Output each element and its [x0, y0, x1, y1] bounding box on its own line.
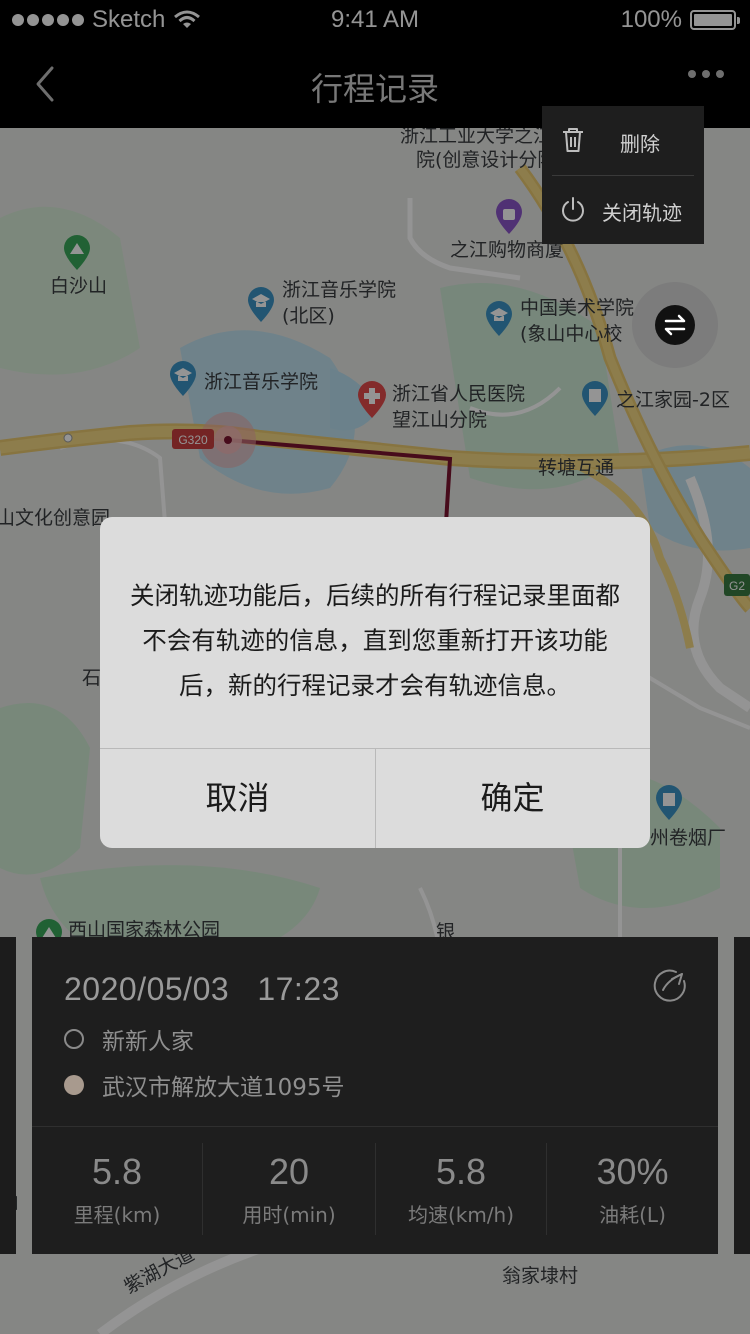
- menu-item-close-track[interactable]: 关闭轨迹: [542, 175, 704, 244]
- next-trip-card[interactable]: [734, 937, 750, 1254]
- start-point-icon: [64, 1029, 84, 1049]
- trip-time: 17:23: [257, 971, 340, 1007]
- confirm-dialog: 关闭轨迹功能后，后续的所有行程记录里面都不会有轨迹的信息，直到您重新打开该功能后…: [100, 517, 650, 848]
- trip-start: 新新人家: [64, 1024, 194, 1055]
- stat-label: 里程(km): [73, 1203, 161, 1227]
- stat-fuel: 30% 油耗(L): [547, 1127, 718, 1254]
- power-icon: [562, 197, 584, 222]
- dialog-message: 关闭轨迹功能后，后续的所有行程记录里面都不会有轨迹的信息，直到您重新打开该功能后…: [130, 581, 620, 700]
- trip-card[interactable]: 2020/05/03 17:23 新新人家 武汉市解放大道1095号 5.8 里…: [32, 937, 718, 1254]
- stat-label: 油耗(L): [599, 1203, 666, 1227]
- confirm-button[interactable]: 确定: [375, 749, 650, 848]
- stat-value: 20: [268, 1151, 310, 1192]
- stat-label: 均速(km/h): [407, 1203, 515, 1227]
- cancel-button[interactable]: 取消: [100, 749, 375, 848]
- end-point-icon: [64, 1075, 84, 1095]
- menu-item-delete[interactable]: 删除: [542, 106, 704, 175]
- trip-date: 2020/05/03: [64, 971, 230, 1007]
- stat-label: 用时(min): [242, 1203, 336, 1227]
- route-toggle-button[interactable]: [632, 282, 718, 368]
- swap-arrows-icon: [655, 305, 695, 345]
- stat-value: 5.8: [435, 1151, 487, 1192]
- start-address: 新新人家: [102, 1029, 194, 1055]
- end-address: 武汉市解放大道1095号: [102, 1075, 345, 1101]
- trip-datetime: 2020/05/03 17:23: [64, 971, 340, 1008]
- trip-end: 武汉市解放大道1095号: [64, 1070, 345, 1101]
- prev-trip-card[interactable]: [0, 937, 16, 1254]
- share-button[interactable]: [652, 968, 688, 1004]
- menu-item-label: 删除: [620, 132, 660, 156]
- stat-value: 30%: [596, 1151, 669, 1192]
- menu-item-label: 关闭轨迹: [602, 201, 682, 225]
- stat-avg-speed: 5.8 均速(km/h): [376, 1127, 546, 1254]
- trash-icon: [563, 128, 583, 152]
- stat-value: 5.8: [91, 1151, 143, 1192]
- stat-distance: 5.8 里程(km): [32, 1127, 202, 1254]
- more-menu: 删除 关闭轨迹: [542, 106, 704, 244]
- stat-duration: 20 用时(min): [203, 1127, 375, 1254]
